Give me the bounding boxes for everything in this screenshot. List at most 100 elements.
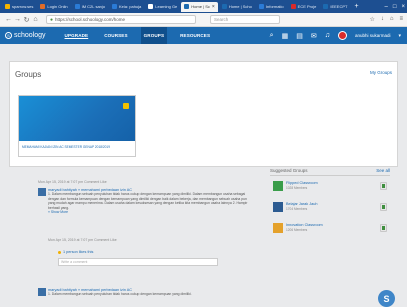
group-thumbnail — [273, 181, 283, 191]
group-card-title: MEMAHAMI KAJIAN IZIN AC SEMESTER GENAP 2… — [22, 145, 110, 149]
post-author-avatar[interactable] — [38, 188, 46, 196]
tab-favicon-icon — [221, 4, 227, 9]
close-window-icon[interactable]: × — [401, 4, 405, 10]
tab-label: ECE Proje — [297, 4, 317, 9]
messages-icon[interactable]: ✉ — [311, 32, 317, 40]
tab-favicon-icon — [258, 4, 264, 9]
tab-favicon-icon — [40, 4, 46, 9]
search-placeholder: Search — [214, 17, 229, 22]
chat-bubble-icon[interactable]: S — [378, 290, 395, 307]
group-name[interactable]: Flipped Classroom — [286, 181, 318, 185]
header-tools: ⌕ ▦ ▤ ✉ ♫ anubhi sukarmadi ▾ — [270, 31, 407, 40]
tab-label: Home | Scho — [228, 4, 252, 9]
url-field[interactable]: ● https://school.schoology.com/home — [46, 15, 196, 24]
home-toolbar-icon[interactable]: ⌂ — [390, 16, 394, 23]
tab-label: Learning Ge — [155, 4, 178, 9]
nav-groups[interactable]: GROUPS — [140, 27, 168, 44]
post-text: 1. Dalam membangun sebuah penyuluhan tid… — [48, 192, 248, 210]
group-thumbnail — [273, 202, 283, 212]
browser-tab[interactable]: Kela: pahuja — [109, 2, 144, 12]
browser-tab[interactable]: Learning Ge — [145, 2, 180, 12]
nav-resources[interactable]: RESOURCES — [177, 27, 213, 44]
download-icon[interactable]: ↓ — [381, 16, 384, 23]
nav-upgrade[interactable]: UPGRADE — [62, 27, 92, 44]
tab-label: IEEECPT — [330, 4, 348, 9]
suggested-group-item[interactable]: Innovation Classroom 1206 Members — [270, 222, 390, 236]
suggested-group-item[interactable]: Flipped Classroom 1028 Members — [270, 180, 390, 194]
tab-label: IM C2L sanjo — [81, 4, 106, 9]
browser-tab[interactable]: sparrow.ses — [2, 2, 36, 12]
suggested-group-item[interactable]: Belajar Jarak Jauh 1704 Members — [270, 201, 390, 215]
browser-tab[interactable]: ECE Proje — [288, 2, 320, 12]
avatar[interactable] — [337, 31, 347, 40]
tab-favicon-icon — [74, 4, 80, 9]
search-icon[interactable]: ⌕ — [270, 32, 274, 40]
url-text: https://school.schoology.com/home — [55, 17, 125, 22]
nav-courses[interactable]: COURSES — [101, 27, 130, 44]
apps-grid-icon[interactable]: ▦ — [282, 32, 289, 40]
group-member-count: 1704 Members — [286, 207, 308, 211]
group-card[interactable]: MEMAHAMI KAJIAN IZIN AC SEMESTER GENAP 2… — [18, 95, 136, 157]
browser-tab[interactable]: Informatio — [256, 2, 287, 12]
browser-tab[interactable]: IEEECPT — [320, 2, 350, 12]
post-meta: Mon Apr 15, 2019 at 7:07 pm Comment Like — [38, 180, 107, 184]
browser-tab[interactable]: IM C2L sanjo — [72, 2, 108, 12]
sidebar-header: Suggested Groups See all — [270, 168, 390, 176]
logo-text: schoology — [14, 32, 46, 39]
post-meta: Mon Apr 15, 2019 at 7:07 pm Comment Like — [48, 238, 117, 242]
show-more-link[interactable]: » Show More — [48, 210, 248, 214]
tab-close-icon[interactable]: × — [212, 4, 215, 10]
like-summary[interactable]: 1 person likes this — [58, 250, 93, 254]
reload-icon[interactable]: ↻ — [22, 16, 31, 24]
group-thumbnail — [273, 223, 283, 233]
join-group-icon[interactable] — [380, 182, 387, 190]
home-icon[interactable]: ⌂ — [31, 16, 40, 23]
group-name[interactable]: Belajar Jarak Jauh — [286, 202, 317, 206]
groups-dropdown-panel: Groups My Groups MEMAHAMI KAJIAN IZIN AC… — [9, 61, 398, 167]
bookmark-icon[interactable]: ☆ — [369, 16, 374, 23]
post-author-avatar[interactable] — [38, 288, 46, 296]
tab-label: Informatio — [265, 4, 284, 9]
browser-tab[interactable]: Home | Scho — [219, 2, 255, 12]
tab-favicon-icon — [5, 4, 10, 9]
browser-tab[interactable]: Home | Sc × — [181, 1, 218, 12]
browser-search-input[interactable]: Search — [210, 15, 280, 24]
tab-label: sparrow.ses — [12, 4, 34, 9]
sidebar-title: Suggested Groups — [270, 168, 308, 173]
feed-post: maryadi bahtiyah » memahami perbedaan iz… — [38, 288, 250, 306]
tab-favicon-icon — [184, 4, 190, 9]
menu-icon[interactable]: ≡ — [399, 16, 403, 23]
user-name[interactable]: anubhi sukarmadi — [355, 33, 391, 38]
lock-icon: ● — [50, 16, 54, 23]
chevron-down-icon[interactable]: ▾ — [398, 33, 401, 39]
like-icon — [58, 250, 61, 254]
minimize-icon[interactable]: – — [385, 4, 388, 10]
schoology-header: S schoology UPGRADE COURSES GROUPS RESOU… — [0, 27, 407, 44]
feed-post: maryadi bahtiyah » memahami perbedaan iz… — [38, 188, 250, 236]
calendar-icon[interactable]: ▤ — [296, 32, 303, 40]
see-all-link[interactable]: See all — [376, 168, 390, 173]
maximize-icon[interactable]: □ — [393, 4, 397, 10]
group-name[interactable]: Innovation Classroom — [286, 223, 323, 227]
tab-favicon-icon — [148, 4, 154, 9]
forward-icon[interactable]: → — [13, 16, 22, 23]
schoology-logo[interactable]: S schoology — [5, 32, 46, 39]
window-controls: – □ × — [385, 0, 405, 13]
group-member-count: 1206 Members — [286, 228, 308, 232]
tab-favicon-icon — [323, 4, 329, 9]
suggested-groups-sidebar: Suggested Groups See all Flipped Classro… — [270, 168, 390, 233]
join-group-icon[interactable] — [380, 224, 387, 232]
join-group-icon[interactable] — [380, 203, 387, 211]
toolbar-icons: ☆ ↓ ⌂ ≡ — [369, 16, 403, 23]
group-card-image — [19, 96, 135, 141]
comment-input[interactable]: Write a comment — [58, 258, 218, 266]
new-tab-button[interactable]: + — [351, 2, 361, 12]
tab-favicon-icon — [112, 4, 118, 9]
schoology-logo-icon: S — [5, 32, 12, 39]
back-icon[interactable]: ← — [4, 16, 13, 23]
groups-title: Groups — [15, 70, 42, 79]
tab-label: Kela: pahuja — [119, 4, 142, 9]
my-groups-link[interactable]: My Groups — [370, 70, 392, 75]
notifications-bell-icon[interactable]: ♫ — [325, 32, 330, 39]
browser-tab[interactable]: Login Onlin — [37, 2, 70, 12]
